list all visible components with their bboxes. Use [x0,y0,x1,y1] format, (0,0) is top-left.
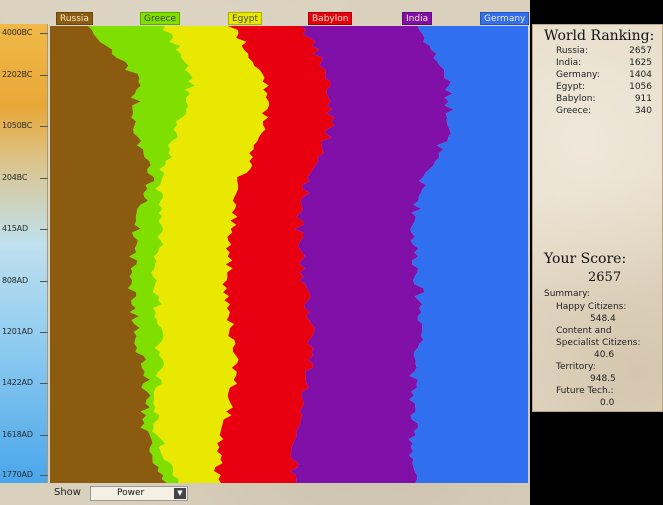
content-value: 40.6 [594,350,615,360]
timeline-tick [40,126,48,127]
ranking-row: Russia: 2657 [556,46,652,58]
future-tech-value: 0.0 [600,398,615,408]
timeline-tick [40,281,48,282]
ranking-row: Egypt: 1056 [556,82,652,94]
your-score-value: 2657 [588,270,622,285]
territory-label: Territory: [556,362,596,372]
timeline-tick [40,475,48,476]
future-tech-label: Future Tech.: [556,386,614,396]
timeline-axis: 4000BC 2202BC 1050BC 204BC 415AD 808AD 1201AD 1… [0,24,48,483]
content-label-line1: Content and [556,326,612,336]
timeline-tick [40,229,48,230]
summary-label: Summary: [544,289,590,299]
timeline-tick [40,383,48,384]
legend-item-germany: Germany [480,12,530,25]
timeline-tick [40,332,48,333]
ranking-civ-name: India: [556,58,582,68]
world-ranking-title: World Ranking: [544,28,655,44]
ranking-civ-name: Babylon: [556,94,596,104]
legend-item-india: India [402,12,433,25]
civ-legend: Russia Greece Egypt Babylon India Germany [52,12,530,26]
ranking-civ-score: 911 [634,94,652,104]
ranking-civ-score: 1056 [629,82,652,92]
happy-citizens-label: Happy Citizens: [556,302,627,312]
ranking-civ-name: Germany: [556,70,600,80]
power-chart [50,26,528,483]
graph-frame: 4000BC 2202BC 1050BC 204BC 415AD 808AD 1201AD 1… [0,0,530,505]
ranking-row: Greece: 340 [556,106,652,118]
power-chart-svg [50,26,528,483]
ranking-row: Babylon: 911 [556,94,652,106]
ranking-civ-score: 1625 [629,58,652,68]
ranking-panel: World Ranking: Russia: 2657 India: 1625 Germ… [532,24,663,412]
ranking-civ-name: Egypt: [556,82,585,92]
ranking-civ-name: Russia: [556,46,588,56]
ranking-row: India: 1625 [556,58,652,70]
timeline-tick [40,33,48,34]
bottom-bar: Show Power ▼ [48,483,530,505]
content-label-line2: Specialist Citizens: [556,338,641,348]
your-score-title: Your Score: [544,251,627,267]
ranking-civ-score: 340 [634,106,652,116]
legend-item-babylon: Babylon [308,12,353,25]
ranking-civ-score: 1404 [629,70,652,80]
timeline-tick [40,178,48,179]
show-dropdown-value: Power [117,488,145,498]
show-label: Show [54,487,81,498]
timeline-tick [40,435,48,436]
ranking-civ-score: 2657 [629,46,652,56]
ranking-row: Germany: 1404 [556,70,652,82]
ranking-civ-name: Greece: [556,106,592,116]
happy-citizens-value: 548.4 [590,314,616,324]
legend-item-russia: Russia [56,12,93,25]
timeline-tick [40,75,48,76]
legend-item-egypt: Egypt [228,12,262,25]
chevron-down-icon[interactable]: ▼ [174,488,186,499]
territory-value: 948.5 [590,374,616,384]
legend-item-greece: Greece [140,12,181,25]
show-dropdown[interactable]: Power ▼ [90,486,188,501]
